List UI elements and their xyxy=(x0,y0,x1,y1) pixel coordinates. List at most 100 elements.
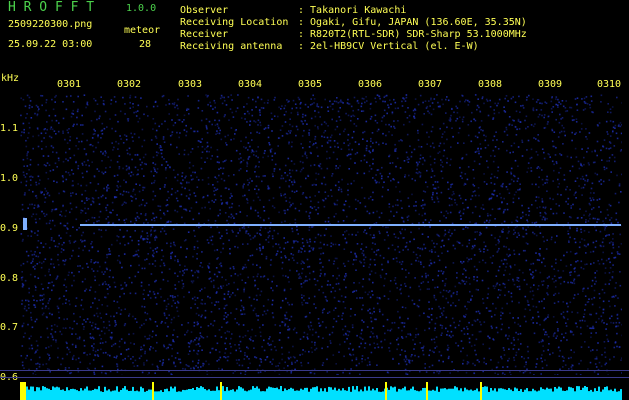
info-key-receiver: Receiver xyxy=(180,29,229,40)
level-bar xyxy=(106,390,108,394)
level-bar xyxy=(132,386,134,394)
level-bar xyxy=(246,391,248,394)
level-bar xyxy=(284,388,286,394)
time-tick-label: 0306 xyxy=(358,79,383,90)
level-bar xyxy=(210,390,212,394)
level-bar xyxy=(570,387,572,394)
time-tick-label: 0301 xyxy=(57,79,82,90)
level-bar xyxy=(268,386,270,394)
level-bar xyxy=(198,387,200,394)
level-bar xyxy=(86,386,88,394)
level-bar xyxy=(242,388,244,394)
level-bar xyxy=(276,387,278,394)
level-bar xyxy=(526,388,528,394)
level-bar xyxy=(62,389,64,394)
level-bar xyxy=(342,388,344,394)
level-bar xyxy=(562,390,564,394)
level-bar xyxy=(232,389,234,394)
level-bar xyxy=(160,390,162,394)
level-bar xyxy=(510,389,512,394)
level-bar xyxy=(70,389,72,394)
level-bar xyxy=(578,386,580,394)
time-tick-label: 0307 xyxy=(418,79,443,90)
level-bar xyxy=(414,390,416,394)
level-bar xyxy=(542,388,544,394)
spectrogram-panel xyxy=(20,94,622,375)
level-bar xyxy=(256,386,258,394)
level-bar xyxy=(142,388,144,394)
level-bar xyxy=(308,391,310,394)
level-bar xyxy=(606,386,608,394)
meteor-peak-bar xyxy=(426,382,428,400)
meteor-peak-bar xyxy=(220,382,222,400)
level-bar xyxy=(98,386,100,394)
level-bar xyxy=(290,387,292,394)
level-bar xyxy=(550,388,552,394)
level-bar xyxy=(46,388,48,394)
level-bar xyxy=(298,390,300,394)
level-bar xyxy=(300,388,302,394)
level-bar xyxy=(484,386,486,394)
level-bar xyxy=(322,391,324,394)
level-bar xyxy=(226,387,228,394)
level-bar xyxy=(110,391,112,394)
info-key-antenna: Receiving antenna xyxy=(180,41,283,52)
level-bar xyxy=(134,391,136,394)
level-bar xyxy=(612,391,614,394)
level-bar xyxy=(230,389,232,394)
level-bar xyxy=(108,389,110,394)
level-bar xyxy=(482,387,484,394)
info-value-receiver: : R820T2(RTL-SDR) SDR-Sharp 53.1000MHz xyxy=(298,29,527,40)
level-bar xyxy=(212,390,214,394)
level-bar xyxy=(168,391,170,394)
level-bar xyxy=(244,390,246,394)
level-bar xyxy=(472,390,474,394)
level-bar xyxy=(494,388,496,394)
level-guide-line xyxy=(0,377,629,378)
level-bar xyxy=(114,390,116,394)
level-bar xyxy=(326,391,328,394)
level-bar xyxy=(208,389,210,394)
level-bar xyxy=(518,391,520,394)
level-bar xyxy=(236,389,238,394)
level-bar xyxy=(52,386,54,394)
level-bar xyxy=(258,388,260,394)
level-bar xyxy=(116,386,118,394)
level-bar xyxy=(344,390,346,394)
level-bar xyxy=(340,390,342,394)
level-bar xyxy=(372,388,374,394)
level-bar xyxy=(460,388,462,394)
time-tick-label: 0308 xyxy=(478,79,503,90)
level-bar xyxy=(566,390,568,394)
level-bar xyxy=(412,386,414,394)
level-bar xyxy=(100,391,102,394)
freq-tick-label: 0.8 xyxy=(0,273,19,284)
level-bar xyxy=(536,391,538,394)
level-bar xyxy=(368,386,370,394)
level-bar xyxy=(88,390,90,394)
level-bar xyxy=(216,386,218,394)
level-bar xyxy=(94,388,96,394)
level-bar xyxy=(478,391,480,394)
record-datetime: 25.09.22 03:00 xyxy=(8,39,93,50)
meteor-label: meteor xyxy=(124,25,161,36)
level-bar xyxy=(564,391,566,394)
level-bar xyxy=(530,391,532,394)
level-bar xyxy=(126,389,128,394)
level-bar xyxy=(76,390,78,394)
freq-tick-label: 0.7 xyxy=(0,322,19,333)
level-bar xyxy=(434,390,436,394)
level-bar xyxy=(278,389,280,394)
level-bar xyxy=(288,389,290,394)
level-bar xyxy=(592,391,594,394)
level-bar xyxy=(498,388,500,394)
level-bar xyxy=(454,386,456,394)
level-bar xyxy=(214,390,216,394)
level-bar xyxy=(512,391,514,394)
level-bar xyxy=(34,391,36,394)
level-bar xyxy=(36,387,38,394)
level-bar xyxy=(490,388,492,394)
level-bar xyxy=(560,387,562,394)
info-value-antenna: : 2el-HB9CV Vertical (el. E-W) xyxy=(298,41,479,52)
level-bar xyxy=(92,390,94,394)
